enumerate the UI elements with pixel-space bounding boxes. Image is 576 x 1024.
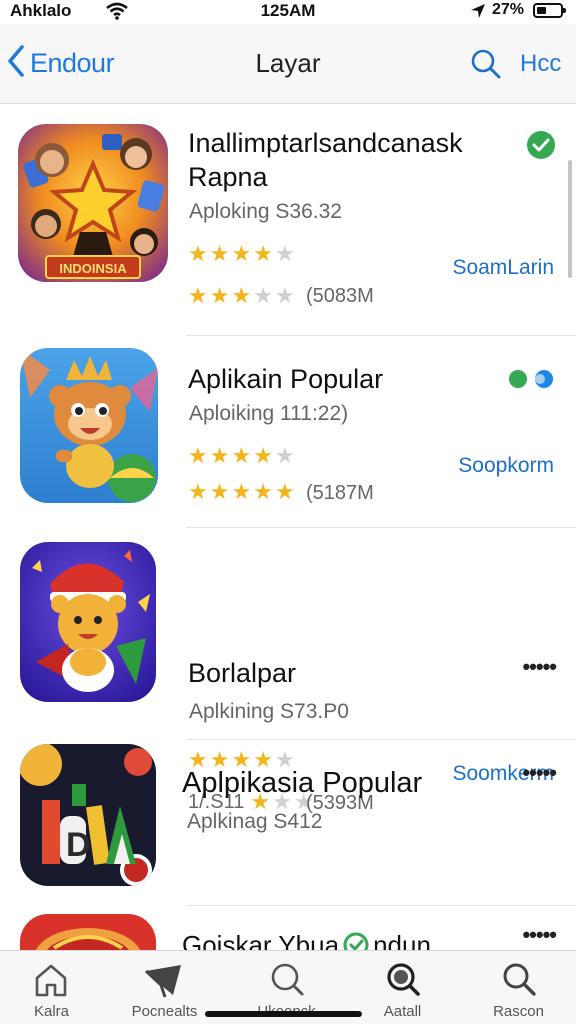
back-label: Endour — [30, 48, 115, 78]
more-options-button[interactable]: ••••• — [522, 654, 557, 680]
star-icon: ★ — [231, 283, 252, 308]
tag-icon — [143, 961, 185, 1004]
download-size: (5083M — [306, 285, 374, 307]
star-icon: ★ — [209, 283, 230, 308]
more-options-button[interactable]: ••••• — [522, 922, 557, 948]
more-options-button[interactable]: ••••• — [522, 760, 557, 786]
search-icon — [501, 961, 537, 1002]
star-icon: ★ — [274, 241, 295, 266]
app-icon[interactable] — [20, 914, 156, 950]
get-button[interactable]: Soopkorm — [458, 454, 554, 478]
star-icon: ★ — [188, 443, 208, 468]
star-icon: ★ — [231, 443, 252, 468]
app-name: Borlalpar — [188, 658, 297, 688]
app-subtitle: Aploking S36.32 — [189, 200, 342, 223]
chevron-left-icon — [6, 44, 26, 83]
svg-text:INDOINSIA: INDOINSIA — [59, 261, 127, 276]
app-name: Aplikain Popular — [188, 364, 384, 394]
app-icon[interactable]: D — [20, 744, 156, 886]
star-icon: ★ — [231, 479, 252, 504]
list-item[interactable]: Aplikain Popular Aploiking 111:22) ★ ★ ★ ★ ★… — [0, 336, 576, 528]
star-icon: ★ — [188, 479, 208, 504]
green-check-icon — [526, 130, 556, 165]
list-item[interactable]: D Aplpikasia Popular Aplkinag S412 ★★★★★… — [0, 740, 576, 950]
download-size: (5187M — [306, 482, 374, 504]
tab-updates[interactable]: Aatall — [345, 951, 460, 1024]
status-bar: Ahklalo 125AM 27% — [0, 0, 576, 24]
search-active-icon — [385, 961, 421, 1002]
tab-home[interactable]: Kalra — [0, 951, 109, 1024]
home-icon — [32, 961, 70, 1004]
list-item[interactable]: Goiskar Ybua ndun ••••• — [0, 906, 576, 950]
home-indicator — [205, 1011, 362, 1017]
app-name-part-1: Goiskar Ybua — [182, 930, 340, 950]
app-icon[interactable] — [20, 542, 156, 702]
location-arrow-icon — [470, 3, 486, 24]
svg-text:D: D — [66, 826, 91, 864]
rating-stars: ★ ★ ★ ★ ★ — [188, 242, 295, 266]
app-icon[interactable] — [20, 348, 158, 503]
search-icon[interactable] — [470, 48, 502, 85]
star-icon: ★ — [209, 241, 230, 266]
back-button[interactable]: Endour — [6, 44, 115, 83]
scrollbar[interactable] — [568, 160, 572, 278]
star-icon: ★ — [188, 241, 208, 266]
star-icon: ★ — [188, 283, 208, 308]
rating-stars-secondary: ★ ★ ★ ★ ★ — [188, 480, 295, 504]
app-name-line-2: Rapna — [188, 162, 268, 192]
navigation-bar: Endour Layar Hcc — [0, 24, 576, 104]
star-icon: ★ — [274, 479, 295, 504]
nav-right-button[interactable]: Hcc — [520, 50, 561, 78]
tab-search-2[interactable]: Rascon — [461, 951, 576, 1024]
app-list[interactable]: INDOINSIA Inallimptarlsandcanask Rapna A… — [0, 104, 576, 950]
star-icon: ★ — [209, 443, 230, 468]
list-item[interactable]: INDOINSIA Inallimptarlsandcanask Rapna A… — [0, 104, 576, 336]
battery-icon — [533, 3, 566, 18]
star-icon: ★ — [253, 283, 273, 308]
app-name-part-2: ndun — [373, 930, 431, 950]
clock: 125AM — [260, 1, 316, 20]
star-icon: ★ — [253, 241, 273, 266]
star-icon: ★ — [253, 443, 273, 468]
list-item[interactable]: Borlalpar Aplkining S73.P0 ★ ★ ★ ★ ★ 1/.S11 ★… — [0, 528, 576, 814]
app-icon[interactable]: INDOINSIA — [18, 124, 168, 282]
star-icon: ★ — [209, 479, 230, 504]
app-name: Aplpikasia Popular — [182, 767, 423, 799]
app-name: Goiskar Ybua ndun — [182, 928, 431, 950]
rating-stars: ★ ★ ★ ★ ★ — [188, 444, 295, 468]
star-icon: ★ — [274, 443, 295, 468]
get-button[interactable]: SoamLarin — [452, 256, 554, 280]
tab-label: Rascon — [493, 1003, 544, 1020]
app-name: Inallimptarlsandcanask — [188, 128, 463, 158]
star-icon: ★ — [253, 479, 273, 504]
app-subtitle: Aplkining S73.P0 — [189, 700, 349, 723]
star-icon: ★ — [274, 283, 295, 308]
battery-percentage: 27% — [492, 1, 525, 18]
search-icon — [269, 961, 305, 1002]
green-blue-dots-icon — [508, 368, 558, 395]
tab-label: Aatall — [383, 1003, 422, 1020]
app-subtitle: Aploiking 111:22) — [189, 402, 349, 425]
green-verified-icon — [343, 932, 369, 950]
rating-stars-secondary: ★ ★ ★ ★ ★ — [188, 284, 295, 308]
star-icon: ★ — [231, 241, 252, 266]
tab-label: Kalra — [33, 1003, 70, 1020]
app-subtitle: Aplkinag S412 — [187, 810, 323, 833]
